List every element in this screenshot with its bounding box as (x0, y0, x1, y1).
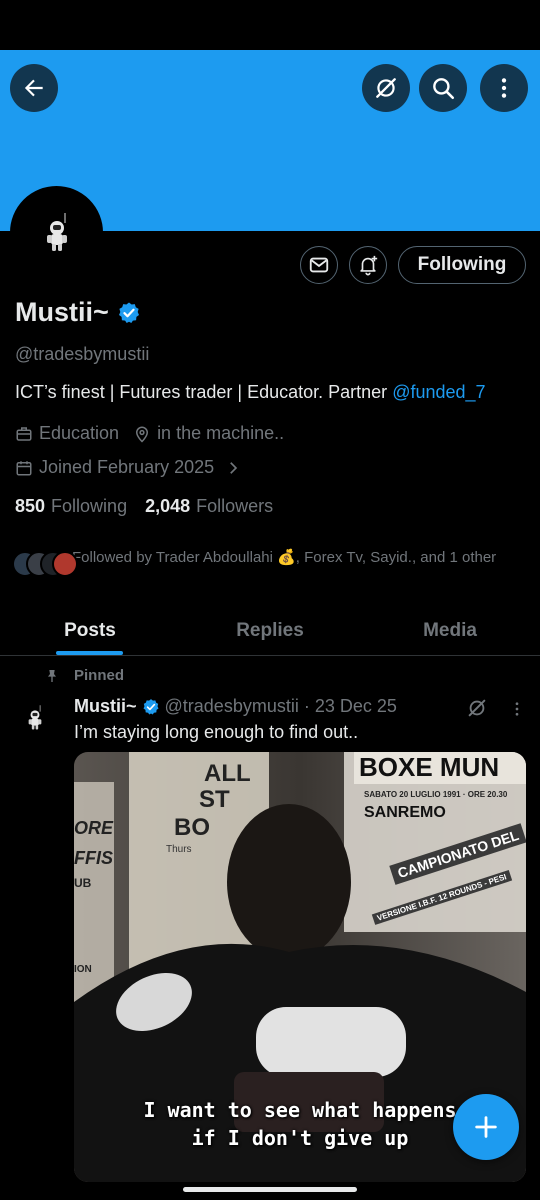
post-header: Mustii~ @tradesbymustii · 23 Dec 25 (74, 696, 397, 717)
message-button[interactable] (300, 246, 338, 284)
profile-location: in the machine.. (157, 423, 285, 443)
following-count: 850 (15, 496, 46, 516)
poster-text: Thurs (166, 844, 192, 855)
astronaut-avatar-icon (28, 705, 42, 730)
grok-icon (376, 78, 396, 98)
profile-name: Mustii~ (15, 297, 109, 327)
status-bar (0, 0, 540, 50)
notification-bell-icon (360, 255, 378, 276)
calendar-icon (16, 460, 32, 475)
profile-name-row: Mustii~ (15, 297, 141, 328)
post-handle-date: @tradesbymustii · 23 Dec 25 (164, 696, 397, 716)
home-indicator[interactable] (183, 1187, 357, 1192)
compose-post-button[interactable] (453, 1094, 519, 1160)
bio-text: ICT’s finest | Futures trader | Educator… (15, 382, 393, 402)
followed-by-text: Followed by Trader Abdoullahi 💰, Forex T… (72, 549, 497, 566)
tab-posts[interactable]: Posts (0, 606, 180, 655)
back-arrow-icon (24, 79, 43, 97)
chevron-right-icon (230, 461, 238, 474)
profile-stats: 850 Following 2,048 Followers (15, 496, 273, 517)
pinned-label-row: Pinned (44, 667, 124, 684)
poster-text: UB (74, 876, 92, 890)
notifications-button[interactable] (349, 246, 387, 284)
followers-count: 2,048 (145, 496, 191, 516)
grok-button[interactable] (362, 64, 410, 112)
back-button[interactable] (10, 64, 58, 112)
more-vertical-icon (501, 78, 507, 98)
followed-by-avatars (12, 551, 78, 581)
poster-text: BO (174, 814, 210, 841)
profile-handle: @tradesbymustii (15, 344, 150, 364)
profile-joined-row[interactable]: Joined February 2025 (15, 457, 248, 478)
following-stat[interactable]: 850 Following (15, 496, 127, 517)
tab-media[interactable]: Media (360, 606, 540, 655)
tab-replies[interactable]: Replies (180, 606, 360, 655)
pinned-label: Pinned (74, 667, 125, 684)
poster-text: ST (199, 786, 230, 813)
location-pin-icon (136, 426, 149, 443)
briefcase-icon (16, 426, 32, 441)
followed-by-row[interactable]: Followed by Trader Abdoullahi 💰, Forex T… (12, 547, 527, 581)
poster-text: FFIS (74, 848, 113, 868)
profile-meta-row: Education in the machine.. (15, 423, 284, 444)
following-button[interactable]: Following (398, 246, 526, 284)
poster-text: SABATO 20 LUGLIO 1991 · ORE 20.30 (364, 790, 508, 799)
profile-avatar[interactable] (10, 186, 103, 279)
follower-avatar (52, 551, 78, 577)
search-button[interactable] (419, 64, 467, 112)
profile-category[interactable]: Education (39, 423, 119, 444)
poster-text: ORE (74, 818, 114, 838)
profile-bio: ICT’s finest | Futures trader | Educator… (15, 382, 486, 403)
poster-text: ALL (204, 760, 251, 787)
grok-icon[interactable] (466, 697, 488, 719)
followers-stat[interactable]: 2,048 Followers (145, 496, 273, 517)
followers-label: Followers (196, 496, 274, 516)
message-icon (309, 257, 329, 273)
poster-text: BOXE MUN (359, 752, 500, 782)
pin-icon (48, 669, 56, 682)
poster-text: ION (74, 964, 92, 975)
post-author-name[interactable]: Mustii~ (74, 696, 137, 717)
plus-icon (475, 1116, 497, 1138)
bio-link[interactable]: @funded_7 (392, 382, 485, 402)
following-label: Following (51, 496, 128, 516)
search-icon (433, 78, 455, 100)
more-button[interactable] (480, 64, 528, 112)
profile-joined: Joined February 2025 (39, 457, 215, 477)
poster-text: SANREMO (364, 804, 446, 821)
more-vertical-icon[interactable] (508, 699, 526, 719)
profile-tabs: Posts Replies Media (0, 606, 540, 656)
post-author-avatar[interactable] (15, 698, 55, 738)
post-text: I’m staying long enough to find out.. (74, 722, 359, 742)
verified-badge-icon (143, 698, 159, 714)
astronaut-avatar-icon (46, 212, 67, 251)
verified-badge-icon[interactable] (117, 301, 141, 325)
